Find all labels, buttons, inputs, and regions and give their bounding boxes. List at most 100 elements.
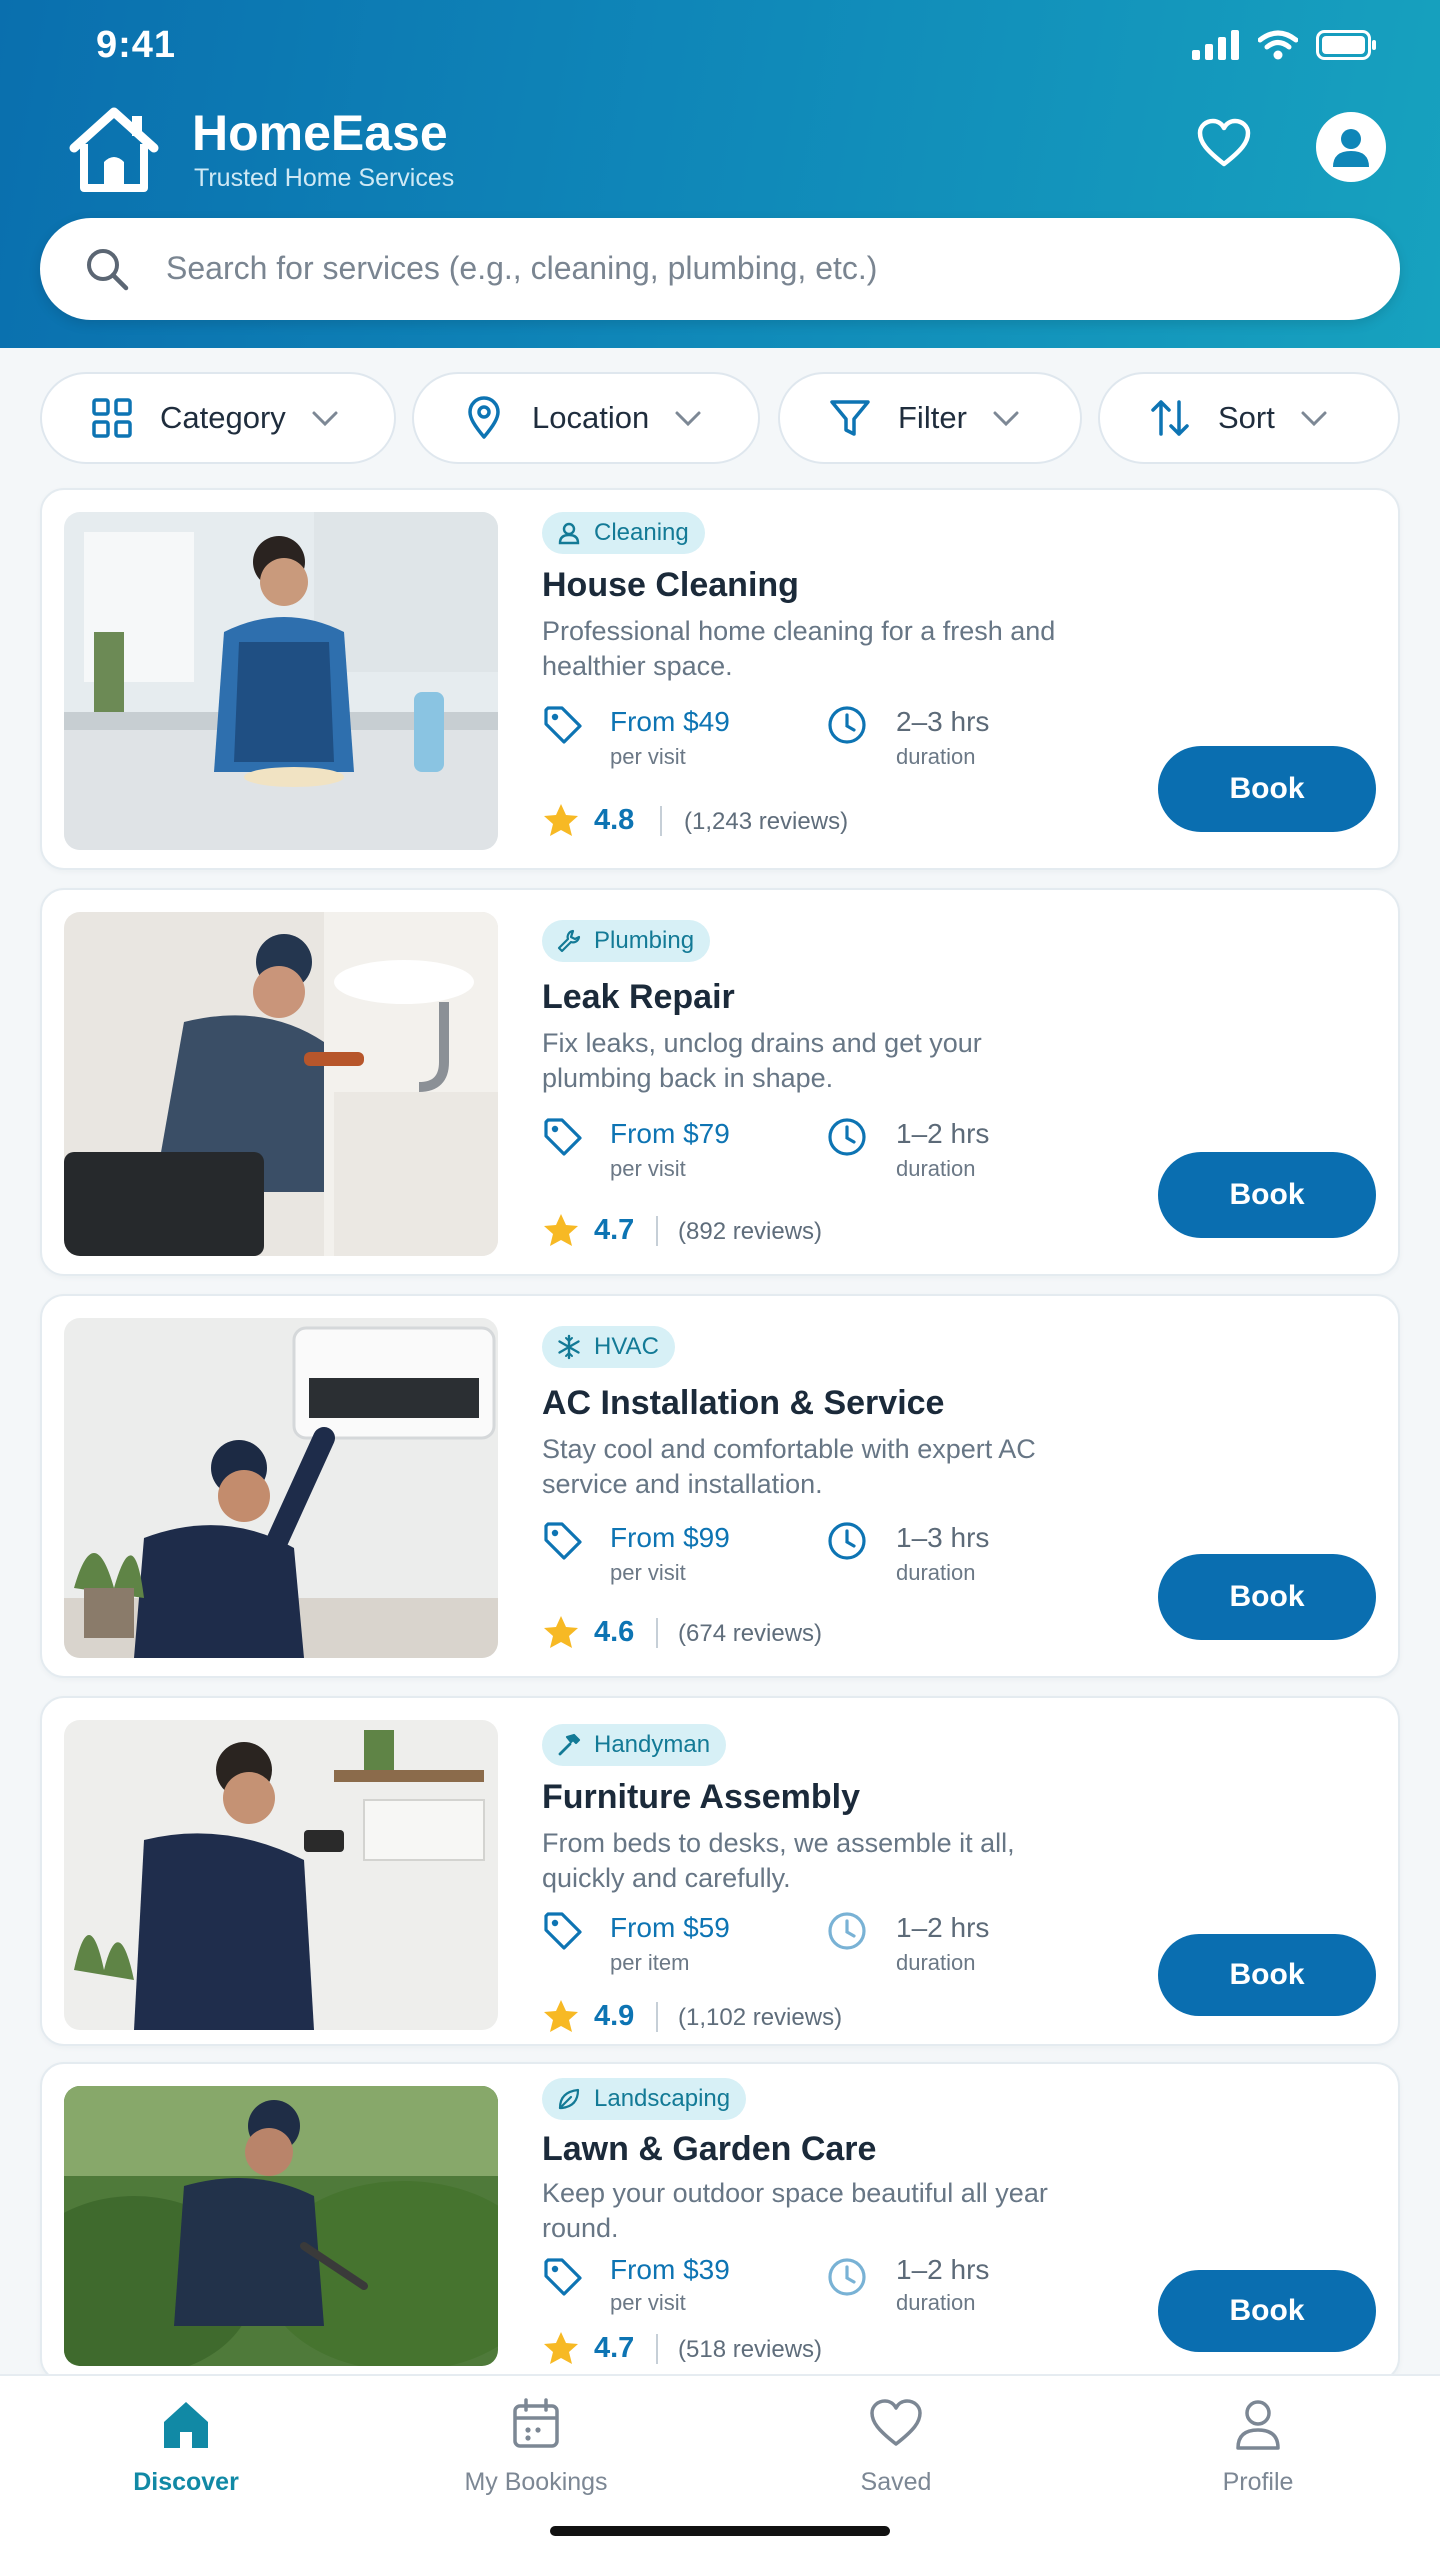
service-card-furniture-assembly[interactable]: Handyman Furniture Assembly From beds to…	[40, 1696, 1400, 2046]
rating-value: 4.6	[594, 1616, 635, 1648]
user-avatar-icon	[1333, 129, 1369, 167]
category-badge: Cleaning	[542, 512, 705, 554]
service-card-lawn-garden[interactable]: Landscaping Lawn & Garden Care Keep your…	[40, 2062, 1400, 2382]
price-unit: per visit	[610, 2290, 686, 2315]
duration-label: duration	[896, 1156, 976, 1181]
rating-divider	[656, 2002, 658, 2032]
book-button[interactable]: Book	[1158, 746, 1376, 832]
grid-icon	[92, 398, 132, 438]
service-duration: 1–3 hrs	[896, 1522, 990, 1553]
review-count[interactable]: (518 reviews)	[678, 2336, 822, 2364]
book-button[interactable]: Book	[1158, 1554, 1376, 1640]
service-photo-plumbing	[64, 912, 498, 1256]
rating-value: 4.7	[594, 1214, 635, 1246]
service-title: Leak Repair	[542, 978, 735, 1016]
service-photo-handyman	[64, 1720, 498, 2030]
service-duration: 1–2 hrs	[896, 2254, 990, 2285]
chip-label: Category	[160, 400, 286, 435]
star-icon	[542, 802, 580, 840]
service-description: Stay cool and comfortable with expert AC…	[542, 1434, 1036, 1499]
service-card-house-cleaning[interactable]: Cleaning House Cleaning Professional hom…	[40, 488, 1400, 870]
person-icon	[558, 522, 580, 545]
book-button[interactable]: Book	[1158, 1934, 1376, 2016]
price-tag-icon	[542, 1520, 584, 1562]
search-input[interactable]: Search for services (e.g., cleaning, plu…	[40, 218, 1400, 320]
category-label: Landscaping	[594, 2085, 731, 2112]
status-bar: 9:41	[0, 0, 1440, 96]
nav-item-saved[interactable]: Saved	[776, 2396, 1016, 2497]
review-count[interactable]: (674 reviews)	[678, 1620, 822, 1648]
rating-value: 4.9	[594, 2000, 635, 2032]
battery-icon	[1316, 30, 1376, 60]
nav-item-discover[interactable]: Discover	[66, 2396, 306, 2497]
price-tag-icon	[542, 1910, 584, 1952]
app-tagline: Trusted Home Services	[194, 164, 455, 192]
service-duration: 1–2 hrs	[896, 1118, 990, 1149]
hammer-icon	[558, 1733, 581, 1756]
star-icon	[542, 1614, 580, 1652]
nav-item-my-bookings[interactable]: My Bookings	[416, 2396, 656, 2497]
clock-icon	[826, 2256, 868, 2298]
service-card-ac-installation[interactable]: HVAC AC Installation & Service Stay cool…	[40, 1294, 1400, 1678]
category-badge: Landscaping	[542, 2078, 747, 2120]
nav-label: Discover	[133, 2468, 239, 2496]
app-header: 9:41 HomeEase Trusted Home Services Sear…	[0, 0, 1440, 348]
duration-label: duration	[896, 1950, 976, 1975]
service-photo-cleaning	[64, 512, 498, 850]
status-icons	[1192, 30, 1378, 60]
review-count[interactable]: (1,102 reviews)	[678, 2004, 842, 2032]
review-count[interactable]: (1,243 reviews)	[684, 808, 848, 836]
service-price: From $39	[610, 2254, 730, 2285]
service-description: Fix leaks, unclog drains and get your pl…	[542, 1028, 982, 1093]
service-duration: 1–2 hrs	[896, 1912, 990, 1943]
home-logo-icon	[69, 107, 159, 192]
category-label: Handyman	[594, 1731, 711, 1758]
home-indicator[interactable]	[550, 2526, 890, 2536]
service-title: Furniture Assembly	[542, 1778, 861, 1816]
filter-chip[interactable]: Filter	[778, 372, 1082, 464]
category-filter-chip[interactable]: Category	[40, 372, 396, 464]
chip-label: Location	[532, 400, 650, 435]
duration-label: duration	[896, 744, 976, 769]
sort-chip[interactable]: Sort	[1098, 372, 1400, 464]
favorites-heart-icon[interactable]	[1196, 116, 1252, 172]
price-unit: per visit	[610, 1560, 686, 1585]
duration-label: duration	[896, 2290, 976, 2315]
book-button[interactable]: Book	[1158, 1152, 1376, 1238]
rating-divider	[656, 1216, 658, 1246]
price-tag-icon	[542, 2256, 584, 2298]
clock-icon	[826, 704, 868, 746]
service-title: Lawn & Garden Care	[542, 2130, 877, 2168]
service-description: Keep your outdoor space beautiful all ye…	[542, 2178, 1048, 2243]
book-button[interactable]: Book	[1158, 2270, 1376, 2352]
star-icon	[542, 1998, 580, 2036]
location-filter-chip[interactable]: Location	[412, 372, 760, 464]
app-name: HomeEase	[192, 105, 448, 161]
category-badge: Plumbing	[542, 920, 711, 962]
price-unit: per item	[610, 1950, 690, 1975]
sort-arrows-icon	[1151, 400, 1189, 436]
clock-icon	[826, 1520, 868, 1562]
rating-divider	[656, 1618, 658, 1648]
search-icon	[87, 249, 129, 291]
category-badge: Handyman	[542, 1724, 727, 1766]
category-label: HVAC	[594, 1333, 659, 1360]
service-price: From $79	[610, 1118, 730, 1149]
signal-icon	[1192, 30, 1239, 60]
price-tag-icon	[542, 1116, 584, 1158]
service-description: Professional home cleaning for a fresh a…	[542, 616, 1056, 681]
price-tag-icon	[542, 704, 584, 746]
nav-item-profile[interactable]: Profile	[1138, 2396, 1378, 2497]
rating-value: 4.8	[594, 804, 635, 836]
wifi-icon	[1258, 30, 1298, 60]
chip-label: Sort	[1218, 400, 1275, 435]
service-description: From beds to desks, we assemble it all, …	[542, 1828, 1015, 1893]
leaf-icon	[558, 2088, 580, 2110]
rating-divider	[660, 806, 662, 836]
profile-button[interactable]	[1316, 112, 1386, 182]
chevron-down-icon	[675, 411, 701, 427]
service-card-leak-repair[interactable]: Plumbing Leak Repair Fix leaks, unclog d…	[40, 888, 1400, 1276]
rating-divider	[656, 2334, 658, 2364]
chevron-down-icon	[993, 411, 1019, 427]
review-count[interactable]: (892 reviews)	[678, 1218, 822, 1246]
